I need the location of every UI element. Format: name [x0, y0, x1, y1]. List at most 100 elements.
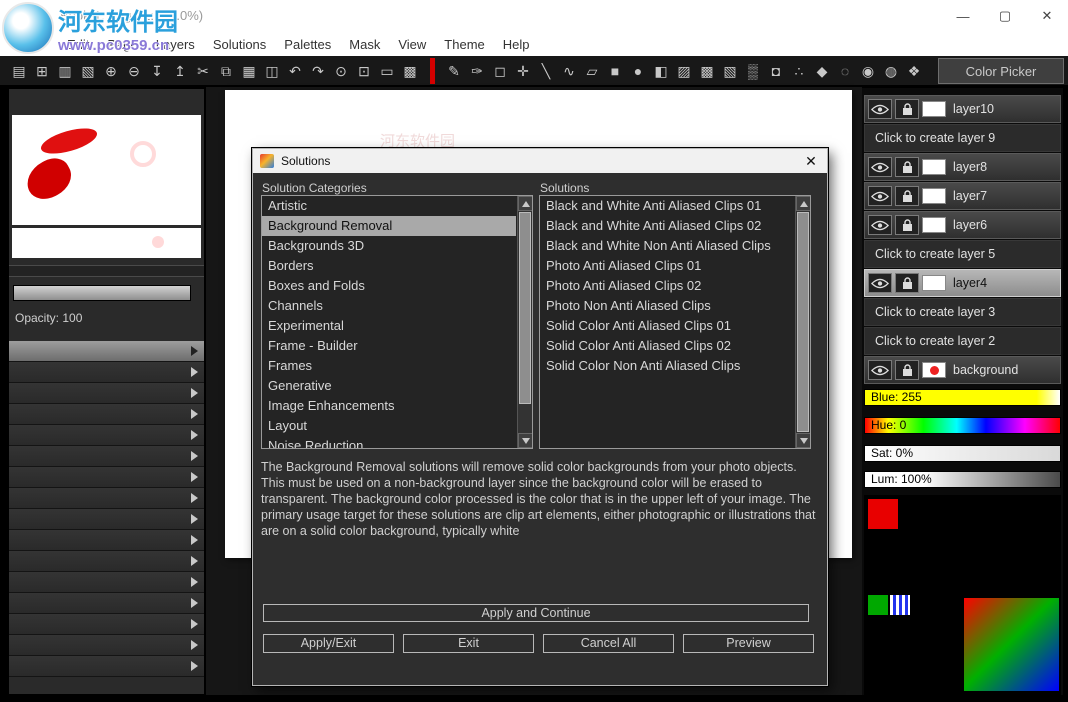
lock-toggle[interactable] — [895, 215, 919, 235]
categories-scrollbar[interactable] — [517, 196, 532, 448]
pattern-icon[interactable]: ▩ — [696, 60, 718, 82]
opacity-slider[interactable] — [13, 285, 191, 301]
page-strip-thumbnail[interactable] — [12, 228, 201, 258]
flyout-row[interactable] — [9, 488, 204, 509]
visibility-toggle[interactable] — [868, 186, 892, 206]
redo-icon[interactable]: ↷ — [307, 60, 329, 82]
lock-toggle[interactable] — [895, 157, 919, 177]
create-layer-row[interactable]: Click to create layer 3 — [864, 298, 1061, 326]
grid-icon[interactable]: ▩ — [399, 60, 421, 82]
layer-row[interactable]: layer10 — [864, 95, 1061, 123]
category-item[interactable]: Image Enhancements — [262, 396, 516, 416]
page-preview-thumbnail[interactable] — [12, 115, 201, 225]
category-item[interactable]: Frame - Builder — [262, 336, 516, 356]
category-item[interactable]: Layout — [262, 416, 516, 436]
scroll-up-icon[interactable] — [796, 196, 811, 211]
scrollbar-thumb[interactable] — [797, 212, 809, 432]
visibility-toggle[interactable] — [868, 157, 892, 177]
zoom-fit-icon[interactable]: ⊡ — [353, 60, 375, 82]
create-layer-row[interactable]: Click to create layer 2 — [864, 327, 1061, 355]
apply-and-continue-button[interactable]: Apply and Continue — [263, 604, 809, 622]
stamp-icon[interactable]: ◘ — [765, 60, 787, 82]
category-item[interactable]: Frames — [262, 356, 516, 376]
flyout-row[interactable] — [9, 509, 204, 530]
flyout-row[interactable] — [9, 404, 204, 425]
layer-swatch[interactable] — [922, 101, 946, 117]
scroll-up-icon[interactable] — [518, 196, 533, 211]
menu-help[interactable]: Help — [494, 37, 539, 52]
category-item[interactable]: Backgrounds 3D — [262, 236, 516, 256]
layer-swatch[interactable] — [922, 362, 946, 378]
layer-row[interactable]: layer6 — [864, 211, 1061, 239]
export-icon[interactable]: ↥ — [169, 60, 191, 82]
eyedropper-icon[interactable]: ✑ — [466, 60, 488, 82]
solution-item[interactable]: Photo Anti Aliased Clips 01 — [540, 256, 794, 276]
add-page-icon[interactable]: ⊕ — [100, 60, 122, 82]
lock-toggle[interactable] — [895, 273, 919, 293]
curve-icon[interactable]: ∿ — [558, 60, 580, 82]
solution-item[interactable]: Photo Non Anti Aliased Clips — [540, 296, 794, 316]
ruler-icon[interactable]: ▭ — [376, 60, 398, 82]
texture-icon[interactable]: ▒ — [742, 60, 764, 82]
line-icon[interactable]: ╲ — [535, 60, 557, 82]
copy-icon[interactable]: ⧉ — [215, 60, 237, 82]
solution-item[interactable]: Black and White Non Anti Aliased Clips — [540, 236, 794, 256]
delete-page-icon[interactable]: ⊖ — [123, 60, 145, 82]
zoom-icon[interactable]: ⊙ — [330, 60, 352, 82]
flyout-row[interactable] — [9, 551, 204, 572]
flyout-row[interactable] — [9, 425, 204, 446]
flyout-row[interactable] — [9, 467, 204, 488]
minimize-icon[interactable]: — — [942, 0, 984, 32]
layer-swatch[interactable] — [922, 159, 946, 175]
exit-button[interactable]: Exit — [403, 634, 534, 653]
move-icon[interactable]: ✛ — [512, 60, 534, 82]
menu-theme[interactable]: Theme — [435, 37, 493, 52]
scroll-down-icon[interactable] — [518, 433, 533, 448]
layer-row[interactable]: layer8 — [864, 153, 1061, 181]
lock-toggle[interactable] — [895, 186, 919, 206]
lock-toggle[interactable] — [895, 99, 919, 119]
background-layer-row[interactable]: background — [864, 356, 1061, 384]
flyout-row[interactable] — [9, 530, 204, 551]
undo-icon[interactable]: ↶ — [284, 60, 306, 82]
layer-swatch[interactable] — [922, 275, 946, 291]
layer-swatch[interactable] — [922, 217, 946, 233]
visibility-toggle[interactable] — [868, 215, 892, 235]
pencil-icon[interactable]: ✎ — [443, 60, 465, 82]
category-item[interactable]: Artistic — [262, 196, 516, 216]
category-item[interactable]: Channels — [262, 296, 516, 316]
dialog-close-icon[interactable]: ✕ — [802, 153, 820, 170]
saturation-slider[interactable]: Sat: 0% — [864, 445, 1061, 462]
visibility-toggle[interactable] — [868, 99, 892, 119]
ellipse-icon[interactable]: ● — [627, 60, 649, 82]
crop-icon[interactable]: ◻ — [489, 60, 511, 82]
layer-row-selected[interactable]: layer4 — [864, 269, 1061, 297]
dialog-titlebar[interactable]: Solutions ✕ — [253, 149, 827, 173]
create-layer-row[interactable]: Click to create layer 9 — [864, 124, 1061, 152]
fill-icon[interactable]: ◧ — [650, 60, 672, 82]
clone-icon[interactable]: ◫ — [261, 60, 283, 82]
import-icon[interactable]: ↧ — [146, 60, 168, 82]
category-item[interactable]: Borders — [262, 256, 516, 276]
visibility-toggle[interactable] — [868, 360, 892, 380]
preview-button[interactable]: Preview — [683, 634, 814, 653]
gradient-icon[interactable]: ▨ — [673, 60, 695, 82]
category-item[interactable]: Generative — [262, 376, 516, 396]
cut-icon[interactable]: ✂ — [192, 60, 214, 82]
current-color-swatch[interactable] — [868, 499, 898, 529]
spray-icon[interactable]: ∴ — [788, 60, 810, 82]
menu-palettes[interactable]: Palettes — [275, 37, 340, 52]
world-icon[interactable]: ◍ — [880, 60, 902, 82]
blur-icon[interactable]: ◌ — [834, 60, 856, 82]
flyout-row[interactable] — [9, 341, 204, 362]
sharpen-icon[interactable]: ◆ — [811, 60, 833, 82]
menu-page[interactable]: Page — [98, 37, 146, 52]
green-color-swatch[interactable] — [868, 595, 888, 615]
luminance-slider[interactable]: Lum: 100% — [864, 471, 1061, 488]
category-item[interactable]: Experimental — [262, 316, 516, 336]
lock-toggle[interactable] — [895, 360, 919, 380]
cancel-all-button[interactable]: Cancel All — [543, 634, 674, 653]
menu-solutions[interactable]: Solutions — [204, 37, 275, 52]
polygon-icon[interactable]: ▱ — [581, 60, 603, 82]
flyout-row[interactable] — [9, 572, 204, 593]
